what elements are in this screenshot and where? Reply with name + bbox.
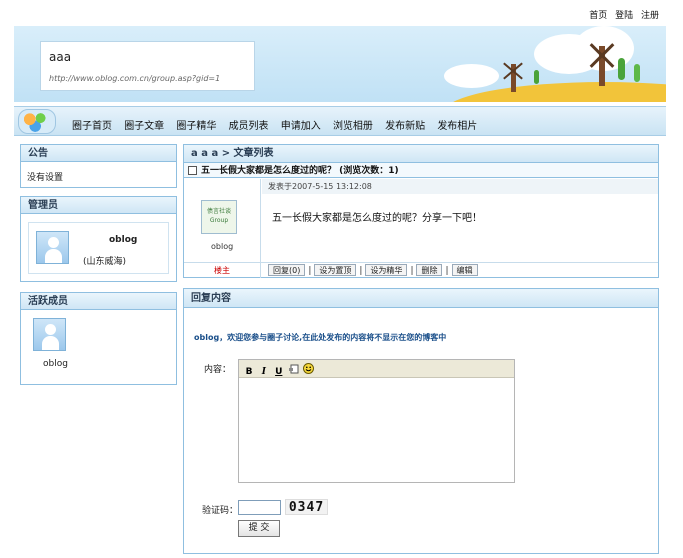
post-meta: 发表于2007-5-15 13:12:08 xyxy=(262,179,658,194)
post-footer: 楼主 回复(0) | 设为置顶 | 设为精华 | 删除 | 编辑 xyxy=(184,262,658,278)
article-title[interactable]: 五一长假大家都是怎么度过的呢？ (浏览次数：1) xyxy=(201,166,399,176)
admin-panel: 管理员 oblog (山东威海) xyxy=(20,196,177,282)
member-avatar-icon[interactable] xyxy=(33,318,66,351)
group-info-box: aaa http://www.oblog.com.cn/group.asp?gi… xyxy=(40,41,255,91)
edit-button[interactable]: 编辑 xyxy=(451,264,478,276)
active-members-title: 活跃成员 xyxy=(21,293,176,310)
banner: aaa http://www.oblog.com.cn/group.asp?gi… xyxy=(14,26,666,102)
group-logo-icon xyxy=(18,109,56,134)
group-badge-line: 债言社谈 xyxy=(206,208,231,215)
group-badge-line: Group xyxy=(209,217,229,224)
active-members-panel: 活跃成员 oblog xyxy=(20,292,177,385)
tree-icon xyxy=(534,70,539,84)
admin-panel-title: 管理员 xyxy=(21,197,176,214)
captcha-label: 验证码： xyxy=(202,506,239,516)
post-role: 楼主 xyxy=(184,263,261,278)
post-author[interactable]: oblog xyxy=(211,242,233,251)
article-panel: a a a > 文章列表 五一长假大家都是怎么度过的呢？ (浏览次数：1) 债言… xyxy=(183,144,659,278)
group-title: aaa xyxy=(49,50,72,64)
reply-panel: 回复内容 oblog，欢迎您参与圈子讨论,在此处发布的内容将不显示在您的博客中 … xyxy=(183,288,659,554)
tree-icon xyxy=(618,58,625,80)
action-separator: | xyxy=(308,266,312,276)
tree-icon xyxy=(634,64,640,82)
action-separator: | xyxy=(445,266,449,276)
delete-button[interactable]: 删除 xyxy=(416,264,443,276)
login-link[interactable]: 登陆 xyxy=(615,11,633,21)
content-label: 内容： xyxy=(204,365,232,375)
notice-text: 没有设置 xyxy=(27,173,64,183)
notice-panel: 公告 没有设置 xyxy=(20,144,177,188)
nav-item-group-featured[interactable]: 圈子精华 xyxy=(176,121,216,132)
top-links: 首页 登陆 注册 xyxy=(584,8,659,21)
home-link[interactable]: 首页 xyxy=(589,11,607,21)
nav-menu: 圈子首页 圈子文章 圈子精华 成员列表 申请加入 浏览相册 发布新贴 发布相片 xyxy=(72,117,486,132)
set-featured-button[interactable]: 设为精华 xyxy=(365,264,408,276)
nav-item-group-articles[interactable]: 圈子文章 xyxy=(124,121,164,132)
nav-item-browse-album[interactable]: 浏览相册 xyxy=(333,121,373,132)
action-separator: | xyxy=(359,266,363,276)
admin-card: oblog (山东威海) xyxy=(28,222,169,274)
post-actions: 回复(0) | 设为置顶 | 设为精华 | 删除 | 编辑 xyxy=(268,264,478,276)
member-name[interactable]: oblog xyxy=(43,359,68,369)
reply-count-button[interactable]: 回复(0) xyxy=(268,264,306,276)
admin-avatar-icon[interactable] xyxy=(36,231,69,264)
breadcrumb: a a a > 文章列表 xyxy=(184,145,658,162)
set-top-button[interactable]: 设为置顶 xyxy=(314,264,357,276)
nav-bar: 圈子首页 圈子文章 圈子精华 成员列表 申请加入 浏览相册 发布新贴 发布相片 xyxy=(14,106,666,136)
nav-item-group-home[interactable]: 圈子首页 xyxy=(72,121,112,132)
italic-button[interactable]: I xyxy=(258,366,270,378)
group-badge-icon: 债言社谈 Group xyxy=(201,200,237,234)
rich-text-editor: B I U xyxy=(238,359,515,483)
nav-item-new-post[interactable]: 发布新贴 xyxy=(385,121,425,132)
emoticon-icon[interactable] xyxy=(303,363,315,375)
captcha-input[interactable] xyxy=(238,500,281,515)
reply-panel-title: 回复内容 xyxy=(184,289,658,308)
admin-location: (山东威海) xyxy=(83,257,127,267)
group-url[interactable]: http://www.oblog.com.cn/group.asp?gid=1 xyxy=(49,74,220,83)
nav-item-post-photo[interactable]: 发布相片 xyxy=(437,121,477,132)
submit-button[interactable]: 提 交 xyxy=(238,520,280,537)
reply-content-textarea[interactable] xyxy=(239,378,514,482)
editor-toolbar: B I U xyxy=(239,360,514,378)
post-content: 五一长假大家都是怎么度过的呢？分享一下吧！ xyxy=(272,213,482,224)
admin-name[interactable]: oblog xyxy=(109,235,137,245)
nav-item-apply-join[interactable]: 申请加入 xyxy=(281,121,321,132)
document-icon xyxy=(188,166,197,175)
cloud-graphic xyxy=(444,64,499,88)
article-title-bar: 五一长假大家都是怎么度过的呢？ (浏览次数：1) xyxy=(184,162,658,178)
captcha-image[interactable]: 0347 xyxy=(285,499,328,515)
register-link[interactable]: 注册 xyxy=(641,11,659,21)
nav-item-member-list[interactable]: 成员列表 xyxy=(229,121,269,132)
bold-button[interactable]: B xyxy=(243,366,255,378)
reply-welcome: oblog，欢迎您参与圈子讨论,在此处发布的内容将不显示在您的博客中 xyxy=(194,333,447,342)
author-column: 债言社谈 Group oblog xyxy=(184,179,261,262)
notice-panel-title: 公告 xyxy=(21,145,176,162)
insert-image-icon[interactable] xyxy=(288,364,300,376)
action-separator: | xyxy=(410,266,414,276)
underline-button[interactable]: U xyxy=(273,366,285,378)
